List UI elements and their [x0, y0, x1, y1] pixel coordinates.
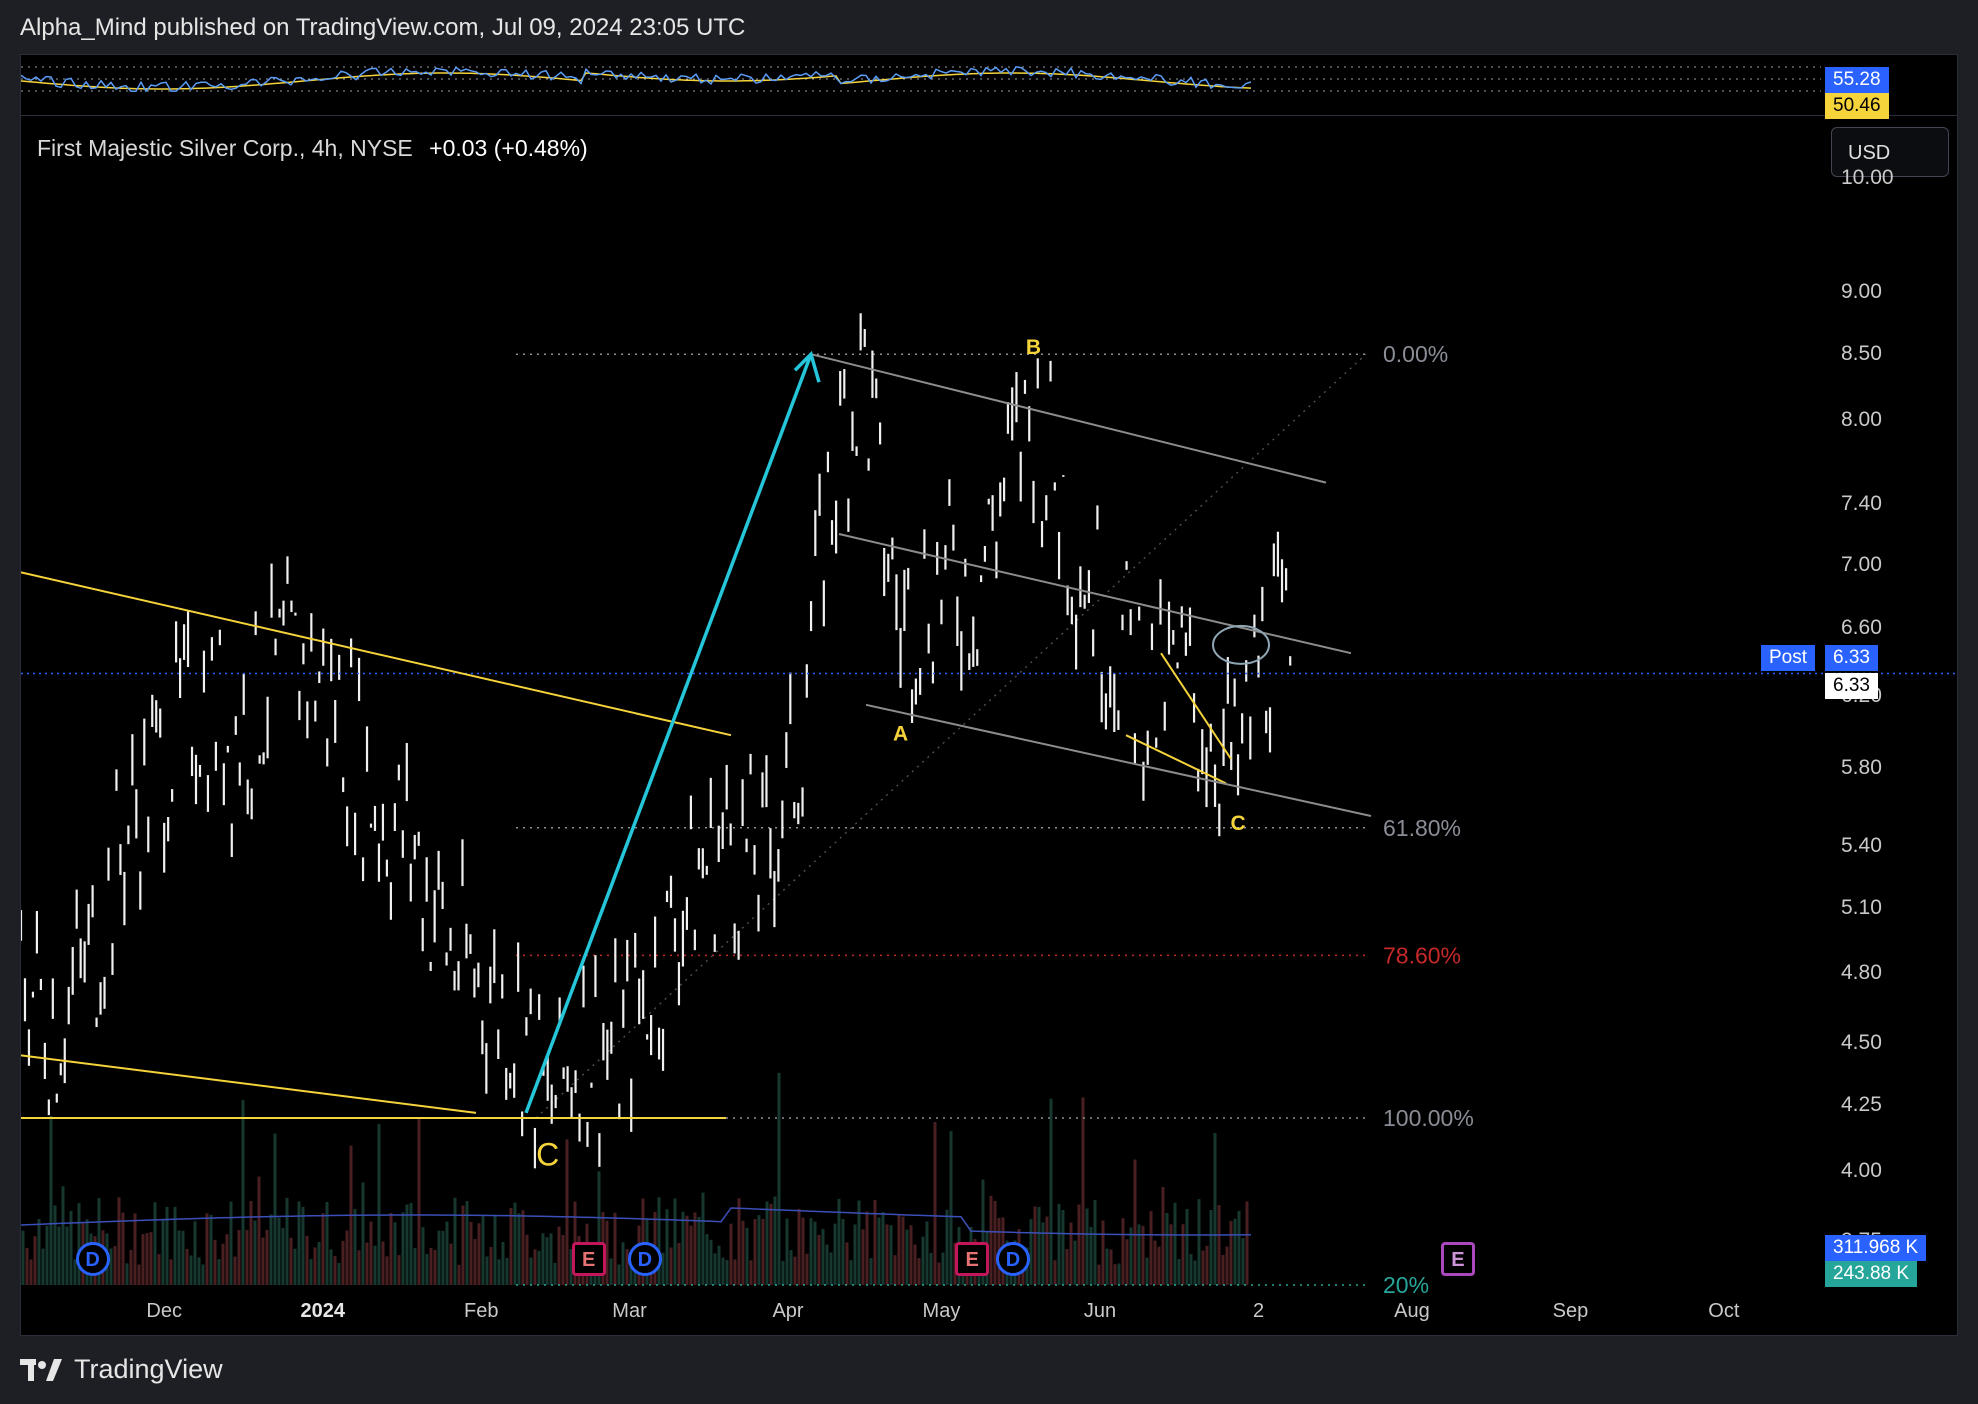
price-axis-label: 7.00: [1841, 552, 1882, 576]
impulse-arrow: [524, 353, 813, 1114]
volume-ma-value-tag: 243.88 K: [1825, 1261, 1918, 1287]
price-axis-label: 5.80: [1841, 756, 1882, 780]
tradingview-logo-icon: [20, 1358, 62, 1381]
price-axis-label: 7.40: [1841, 492, 1882, 516]
fib-level-label: 20%: [1383, 1272, 1429, 1298]
last-price-tag: 6.33: [1825, 673, 1878, 699]
symbol-info: First Majestic Silver Corp., 4h, NYSE +0…: [37, 135, 588, 162]
wedge-lower-trendline: [21, 1054, 477, 1114]
time-axis-label: May: [922, 1300, 961, 1322]
wave-label: C: [536, 1136, 559, 1172]
price-axis-label: 4.25: [1841, 1093, 1882, 1117]
wedge-upper-trendline: [21, 571, 732, 737]
earnings-marker[interactable]: E: [571, 1242, 606, 1276]
volume-value-tag: 311.968 K: [1825, 1235, 1927, 1261]
price-axis-label: 6.60: [1841, 616, 1882, 640]
symbol-change: +0.03 (+0.48%): [429, 135, 588, 161]
highlight-circle: [1212, 624, 1270, 665]
price-axis-label: 4.50: [1841, 1031, 1882, 1055]
time-axis-label: Oct: [1708, 1300, 1740, 1322]
earnings-marker[interactable]: E: [955, 1242, 990, 1276]
fib-level-label: 100.00%: [1383, 1105, 1474, 1131]
tradingview-logo[interactable]: TradingView: [20, 1354, 223, 1385]
fib-level-label: 0.00%: [1383, 341, 1448, 367]
time-axis-label: Dec: [146, 1300, 182, 1322]
small-wedge-upper: [1160, 652, 1232, 760]
time-axis-label: 2024: [300, 1300, 345, 1322]
publisher-line: Alpha_Mind published on TradingView.com,…: [20, 14, 746, 41]
fib-level-label: 61.80%: [1383, 815, 1461, 841]
time-axis-label: Aug: [1394, 1300, 1430, 1322]
wave-label: B: [1026, 336, 1041, 359]
tradingview-brand: TradingView: [74, 1354, 223, 1384]
earnings-marker[interactable]: E: [1440, 1242, 1475, 1276]
price-axis-label: 10.00: [1841, 166, 1894, 190]
price-axis-label: 5.40: [1841, 833, 1882, 857]
time-axis-label: Sep: [1552, 1300, 1589, 1322]
time-axis-label: Apr: [772, 1300, 804, 1322]
dividend-marker[interactable]: D: [75, 1242, 110, 1276]
symbol-name: First Majestic Silver Corp., 4h, NYSE: [37, 135, 413, 161]
chart-area[interactable]: 55.28 50.46 0.00% 61.80% 78.60% 100.00% 20% C…: [20, 54, 1958, 1336]
price-axis-label: 8.00: [1841, 407, 1882, 431]
time-axis-label: 2: [1252, 1300, 1265, 1322]
price-axis-label: 8.50: [1841, 342, 1882, 366]
post-price-tag: 6.33: [1825, 645, 1878, 671]
channel-upper: [810, 353, 1327, 484]
time-axis-label: Jun: [1083, 1300, 1117, 1322]
price-chart-plot: 0.00% 61.80% 78.60% 100.00% 20% C A B C: [21, 313, 1957, 1298]
time-axis-label: Mar: [612, 1300, 647, 1322]
price-axis-label: 4.80: [1841, 961, 1882, 985]
fib-level-label: 78.60%: [1383, 942, 1461, 968]
time-axis-label: Feb: [463, 1300, 499, 1322]
dividend-marker[interactable]: D: [996, 1242, 1031, 1276]
dividend-marker[interactable]: D: [627, 1242, 662, 1276]
price-axis-label: 9.00: [1841, 280, 1882, 304]
wave-label: A: [893, 723, 908, 746]
price-axis-label: 5.10: [1841, 895, 1882, 919]
price-axis-label: 4.00: [1841, 1158, 1882, 1182]
wave-label: C: [1230, 812, 1245, 835]
post-label-tag: Post: [1761, 645, 1816, 671]
